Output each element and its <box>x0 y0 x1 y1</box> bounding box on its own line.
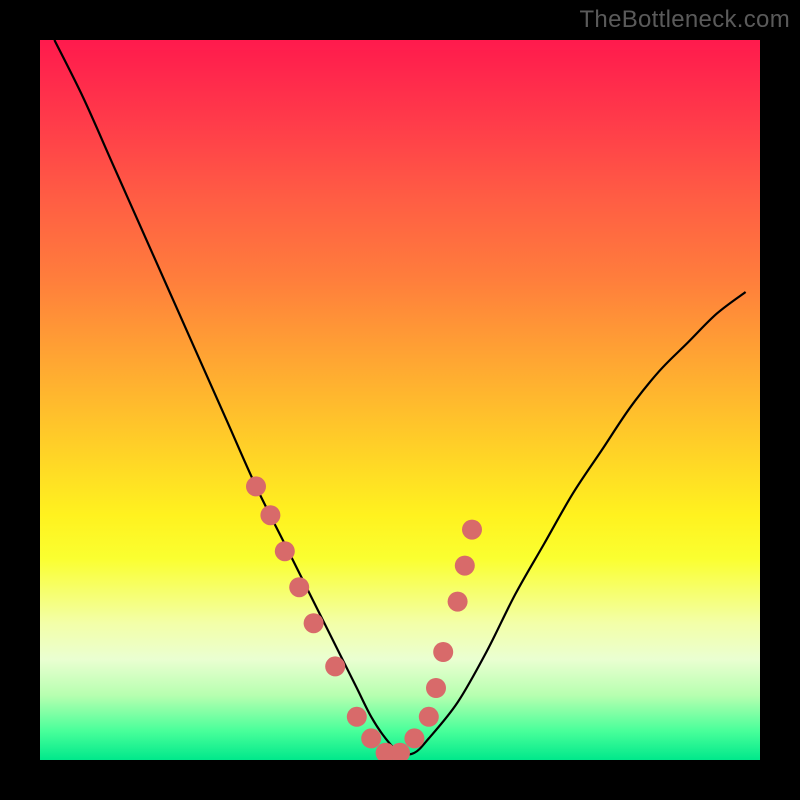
scatter-point <box>404 728 424 748</box>
scatter-point <box>304 613 324 633</box>
scatter-point <box>289 577 309 597</box>
scatter-point <box>361 728 381 748</box>
scatter-point <box>347 707 367 727</box>
scatter-point <box>419 707 439 727</box>
scatter-point <box>325 656 345 676</box>
scatter-point <box>426 678 446 698</box>
bottleneck-curve-line <box>54 40 745 755</box>
scatter-point <box>433 642 453 662</box>
plot-area <box>40 40 760 760</box>
scatter-point <box>448 592 468 612</box>
scatter-point <box>246 476 266 496</box>
watermark-text: TheBottleneck.com <box>579 6 790 34</box>
chart-container: TheBottleneck.com <box>0 0 800 800</box>
scatter-point <box>455 556 475 576</box>
scatter-point <box>390 743 410 760</box>
scatter-point <box>275 541 295 561</box>
scatter-point <box>260 505 280 525</box>
chart-svg <box>40 40 760 760</box>
scatter-point <box>462 520 482 540</box>
